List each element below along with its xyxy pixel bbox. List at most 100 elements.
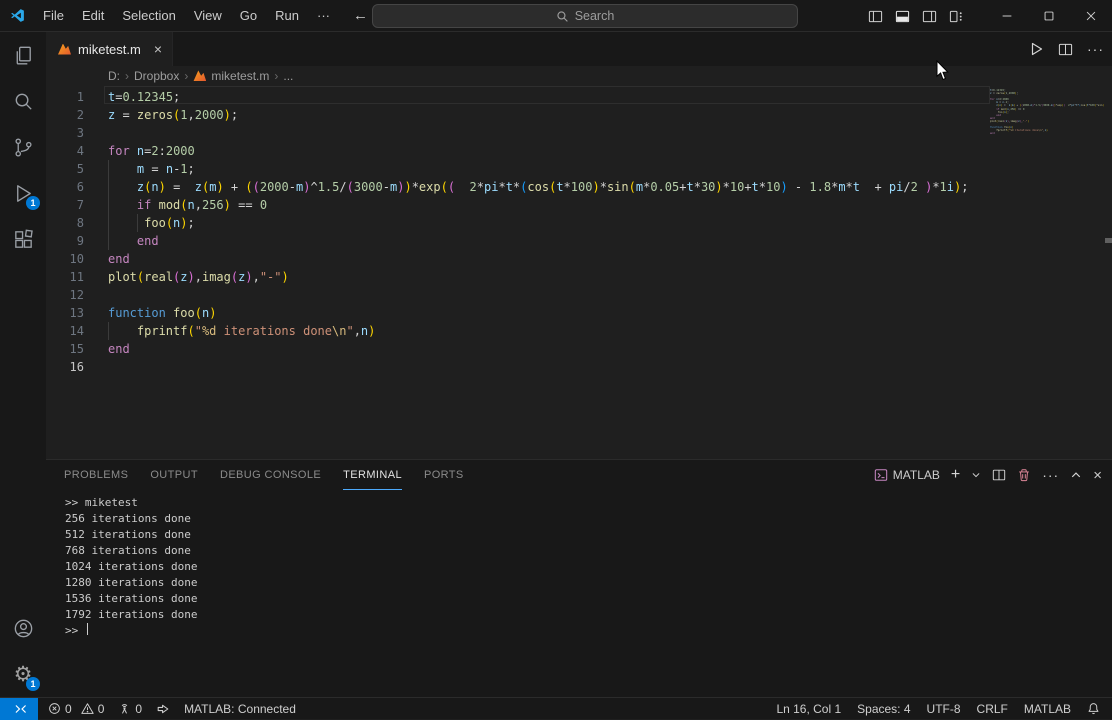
menu-edit[interactable]: Edit xyxy=(73,0,113,31)
close-panel-icon[interactable]: × xyxy=(1093,467,1102,484)
language-mode-status[interactable]: MATLAB xyxy=(1024,702,1071,716)
menu-view[interactable]: View xyxy=(185,0,231,31)
line-number: 7 xyxy=(76,197,84,212)
panel-more-actions-icon[interactable]: ··· xyxy=(1042,467,1059,483)
extensions-icon[interactable] xyxy=(0,216,46,262)
source-control-icon[interactable] xyxy=(0,124,46,170)
kill-terminal-trash-icon[interactable] xyxy=(1017,468,1031,482)
remote-indicator[interactable] xyxy=(0,697,38,720)
breadcrumb-symbol[interactable]: ... xyxy=(283,69,293,83)
notifications-bell-icon[interactable] xyxy=(1087,702,1100,715)
line-number: 13 xyxy=(69,305,84,320)
panel-tabs: PROBLEMS OUTPUT DEBUG CONSOLE TERMINAL PORTS xyxy=(64,460,486,491)
settings-badge: 1 xyxy=(26,677,40,691)
line-number: 14 xyxy=(69,323,84,338)
run-file-button[interactable] xyxy=(1028,41,1044,57)
terminal-dropdown-chevron-icon[interactable] xyxy=(971,470,981,480)
tab-miketest[interactable]: miketest.m × xyxy=(46,32,174,66)
panel-tab-ports[interactable]: PORTS xyxy=(424,460,464,490)
terminal-instance[interactable]: MATLAB xyxy=(874,468,940,482)
search-sidebar-icon[interactable] xyxy=(0,78,46,124)
warning-icon xyxy=(81,703,94,714)
split-terminal-icon[interactable] xyxy=(992,468,1006,482)
code-text: plot(real(z),imag(z),"-") xyxy=(108,269,289,284)
breadcrumb[interactable]: D: › Dropbox › miketest.m › ... xyxy=(46,66,1112,86)
terminal-output[interactable]: >> miketest 256 iterations done 512 iterat… xyxy=(46,490,1112,697)
run-status[interactable] xyxy=(156,702,170,716)
chevron-right-icon: › xyxy=(274,68,279,83)
split-editor-icon[interactable] xyxy=(1058,42,1073,57)
chevron-right-icon: › xyxy=(125,68,129,83)
code-line[interactable]: 6 z(n) = z(m) + ((2000-m)^1.5/(3000-m))*… xyxy=(46,177,990,196)
editor-more-actions-icon[interactable]: ··· xyxy=(1087,41,1104,57)
panel-tab-terminal[interactable]: TERMINAL xyxy=(343,460,402,491)
terminal-line: 1024 iterations done xyxy=(65,560,198,574)
menu-run[interactable]: Run xyxy=(266,0,308,31)
minimap[interactable]: t=0.12345; z = zeros(1,2000); for n=2:2000… xyxy=(990,86,1104,459)
breadcrumb-drive[interactable]: D: xyxy=(108,69,120,83)
code-line[interactable]: 10 end xyxy=(46,250,990,268)
indentation-status[interactable]: Spaces: 4 xyxy=(857,702,910,716)
settings-gear-icon[interactable]: ⚙ 1 xyxy=(0,651,46,697)
breadcrumb-file[interactable]: miketest.m xyxy=(211,69,269,83)
customize-layout-icon[interactable] xyxy=(949,9,964,24)
code-line[interactable]: 5 m = n-1; xyxy=(46,159,990,178)
code-line[interactable]: 11 plot(real(z),imag(z),"-") xyxy=(46,268,990,286)
run-debug-icon[interactable]: 1 xyxy=(0,170,46,216)
overview-ruler-marker xyxy=(1105,237,1112,243)
vscode-logo-icon xyxy=(9,7,26,24)
line-number: 3 xyxy=(76,125,84,140)
code-editor[interactable]: 1 t=0.12345; 2 z = zeros(1,2000); 3 4 for n=2:… xyxy=(46,85,1112,460)
panel-tab-problems[interactable]: PROBLEMS xyxy=(64,460,128,490)
matlab-connection-status[interactable]: MATLAB: Connected xyxy=(184,702,296,716)
code-line[interactable]: 2 z = zeros(1,2000); xyxy=(46,106,990,124)
ports-status[interactable]: 0 xyxy=(118,702,142,716)
panel-tab-output[interactable]: OUTPUT xyxy=(150,460,198,490)
toggle-sidebar-icon[interactable] xyxy=(868,9,883,24)
close-window-button[interactable] xyxy=(1070,0,1112,32)
code-line[interactable]: 14 fprintf("%d iterations done\n",n) xyxy=(46,321,990,340)
command-search-box[interactable]: Search xyxy=(372,4,798,28)
terminal-line: >> miketest xyxy=(65,496,138,510)
code-line[interactable]: 3 xyxy=(46,124,990,142)
code-line[interactable]: 15 end xyxy=(46,340,990,358)
indent-guide xyxy=(108,195,109,214)
toggle-panel-icon[interactable] xyxy=(895,9,910,24)
code-line[interactable]: 8 foo(n); xyxy=(46,213,990,232)
code-line[interactable]: 16 xyxy=(46,358,990,376)
menu-[interactable]: ··· xyxy=(308,0,339,31)
line-number: 5 xyxy=(76,161,84,176)
back-arrow-icon[interactable]: ← xyxy=(353,7,368,24)
code-line[interactable]: 9 end xyxy=(46,231,990,250)
titlebar: FileEditSelectionViewGoRun··· ← → Search xyxy=(0,0,1112,32)
minimize-button[interactable] xyxy=(986,0,1028,32)
menu-go[interactable]: Go xyxy=(231,0,266,31)
eol-status[interactable]: CRLF xyxy=(977,702,1008,716)
tab-close-icon[interactable]: × xyxy=(154,41,162,57)
cursor-position-status[interactable]: Ln 16, Col 1 xyxy=(776,702,841,716)
menu-file[interactable]: File xyxy=(34,0,73,31)
maximize-panel-chevron-icon[interactable] xyxy=(1070,469,1082,481)
radio-tower-icon xyxy=(122,704,128,714)
line-number: 4 xyxy=(76,143,84,158)
menu-selection[interactable]: Selection xyxy=(113,0,184,31)
explorer-icon[interactable] xyxy=(0,32,46,78)
terminal-line: 1536 iterations done xyxy=(65,592,198,606)
maximize-button[interactable] xyxy=(1028,0,1070,32)
code-text: end xyxy=(108,251,130,266)
accounts-icon[interactable] xyxy=(0,605,46,651)
code-line[interactable]: 12 xyxy=(46,286,990,304)
code-line[interactable]: 1 t=0.12345; xyxy=(46,88,990,106)
problems-status[interactable]: 0 0 xyxy=(48,702,104,716)
panel-tab-debug-console[interactable]: DEBUG CONSOLE xyxy=(220,460,321,490)
encoding-status[interactable]: UTF-8 xyxy=(927,702,961,716)
terminal-line: 1792 iterations done xyxy=(65,608,198,622)
new-terminal-icon[interactable]: + xyxy=(951,466,960,484)
code-line[interactable]: 13 function foo(n) xyxy=(46,304,990,322)
ports-count: 0 xyxy=(135,701,143,716)
toggle-secondary-sidebar-icon[interactable] xyxy=(922,9,937,24)
code-line[interactable]: 7 if mod(n,256) == 0 xyxy=(46,195,990,214)
breadcrumb-folder[interactable]: Dropbox xyxy=(134,69,179,83)
code-line[interactable]: 4 for n=2:2000 xyxy=(46,142,990,160)
tab-label: miketest.m xyxy=(78,41,141,57)
